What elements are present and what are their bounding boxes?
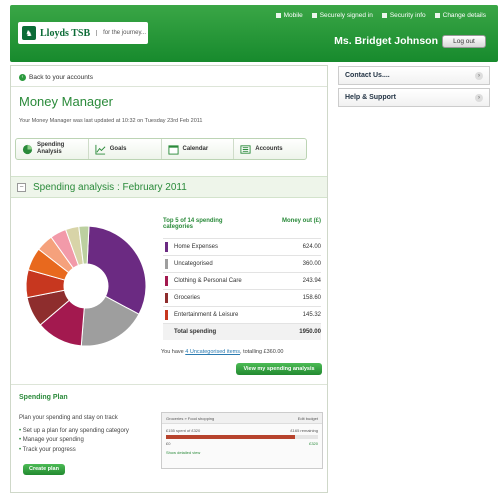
category-swatch: [165, 259, 168, 269]
category-swatch: [165, 242, 168, 252]
category-swatch: [165, 276, 168, 286]
calendar-icon: [167, 144, 179, 155]
list-icon: [240, 144, 251, 154]
plan-progress-track: [166, 435, 318, 439]
plan-min-label: £0: [166, 441, 171, 446]
remaining-text: £165 remaining: [290, 428, 318, 433]
category-value: 360.00: [302, 261, 321, 267]
main-panel: ‹ Back to your accounts Money Manager Yo…: [10, 65, 328, 493]
last-updated-text: Your Money Manager was last updated at 1…: [19, 118, 203, 124]
spending-plan-bullets: Set up a plan for any spending category …: [19, 428, 129, 456]
category-name: Uncategorised: [174, 261, 213, 267]
collapse-icon[interactable]: −: [17, 183, 26, 192]
divider: [11, 86, 327, 87]
pie-slice-home-expenses[interactable]: [86, 225, 147, 315]
logo-name: Lloyds TSB: [40, 27, 91, 39]
user-name: Ms. Bridget Johnson: [334, 35, 438, 47]
tab-calendar[interactable]: Calendar: [162, 139, 235, 159]
category-value: 243.94: [302, 278, 321, 284]
spending-plan-title: Spending Plan: [19, 394, 68, 401]
table-row[interactable]: Groceries 158.60: [163, 289, 321, 306]
view-spending-analysis-button[interactable]: View my spending analysis: [236, 363, 322, 375]
spending-plan-preview: Groceries » Food shopping Edit budget £1…: [161, 412, 323, 469]
spending-pie-chart: [25, 225, 147, 347]
table-row[interactable]: Clothing & Personal Care 243.94: [163, 272, 321, 289]
tab-goals[interactable]: Goals: [89, 139, 162, 159]
padlock-icon: [311, 12, 317, 18]
change-details-link[interactable]: Change details: [434, 12, 486, 19]
page-title: Money Manager: [19, 94, 113, 109]
total-row: Total spending 1950.00: [163, 323, 321, 340]
contact-us-link[interactable]: Contact Us.... ›: [338, 66, 490, 85]
pie-chart-icon: [22, 144, 33, 154]
category-swatch: [165, 293, 168, 303]
sidebar: Contact Us.... › Help & Support ›: [338, 66, 490, 108]
show-detailed-view-link[interactable]: Show detailed view: [162, 450, 322, 455]
lloyds-logo[interactable]: ♞ Lloyds TSB for the journey...: [18, 22, 148, 44]
uncategorised-items-link[interactable]: 4 Uncategorised items: [185, 349, 240, 355]
spent-text: £155 spent of £320: [166, 428, 201, 433]
tab-spending-analysis[interactable]: Spending Analysis: [16, 139, 89, 159]
top-links: Mobile Securely signed in Security info …: [275, 12, 486, 19]
category-name: Clothing & Personal Care: [174, 278, 242, 284]
list-item: Set up a plan for any spending category: [19, 428, 129, 434]
spending-analysis-title: Spending analysis : February 2011: [33, 182, 187, 193]
table-heading: Top 5 of 14 spending categories: [163, 218, 223, 230]
edit-budget-link[interactable]: Edit budget: [298, 416, 318, 421]
secure-signin-link[interactable]: Securely signed in: [311, 12, 373, 19]
list-item: Track your progress: [19, 447, 129, 453]
tab-accounts[interactable]: Accounts: [234, 139, 306, 159]
arrow-right-icon: ›: [475, 93, 483, 102]
security-info-link[interactable]: Security info: [381, 12, 426, 19]
horse-logo-icon: ♞: [22, 26, 36, 40]
table-row[interactable]: Uncategorised 360.00: [163, 255, 321, 272]
category-name: Home Expenses: [174, 244, 219, 250]
mobile-link[interactable]: Mobile: [275, 12, 303, 19]
category-value: 158.60: [302, 295, 321, 301]
category-name: Groceries: [174, 295, 201, 301]
table-row[interactable]: Home Expenses 624.00: [163, 238, 321, 255]
table-row[interactable]: Entertainment & Leisure 145.32: [163, 306, 321, 323]
mobile-icon: [275, 12, 281, 18]
arrow-right-icon: ›: [475, 71, 483, 80]
uncategorised-note: You have 4 Uncategorised items, totallin…: [161, 349, 284, 355]
money-out-heading: Money out (£): [282, 218, 321, 224]
info-icon: [381, 12, 387, 18]
plan-max-label: £320: [309, 441, 318, 446]
plan-category: Groceries » Food shopping: [166, 415, 215, 421]
help-support-link[interactable]: Help & Support ›: [338, 88, 490, 107]
plan-progress-fill: [166, 435, 296, 439]
logout-button[interactable]: Log out: [442, 35, 486, 48]
create-plan-button[interactable]: Create plan: [23, 464, 65, 475]
category-name: Entertainment & Leisure: [174, 312, 239, 318]
category-table: Top 5 of 14 spending categories Money ou…: [163, 218, 321, 340]
spending-analysis-header: − Spending analysis : February 2011: [11, 176, 327, 198]
list-item: Manage your spending: [19, 437, 129, 443]
category-value: 624.00: [302, 244, 321, 250]
spending-plan-section: Spending Plan Plan your spending and sta…: [11, 384, 327, 492]
category-value: 145.32: [302, 312, 321, 318]
spending-plan-description: Plan your spending and stay on track: [19, 415, 118, 421]
header-bar: ♞ Lloyds TSB for the journey... Mobile S…: [10, 5, 498, 62]
settings-icon: [434, 12, 440, 18]
category-swatch: [165, 310, 168, 320]
logo-tagline: for the journey...: [96, 30, 146, 36]
line-chart-icon: [95, 144, 106, 155]
back-to-accounts-link[interactable]: ‹ Back to your accounts: [19, 74, 93, 81]
back-arrow-icon: ‹: [19, 74, 26, 81]
money-manager-tabs: Spending Analysis Goals Calendar Account…: [15, 138, 307, 160]
